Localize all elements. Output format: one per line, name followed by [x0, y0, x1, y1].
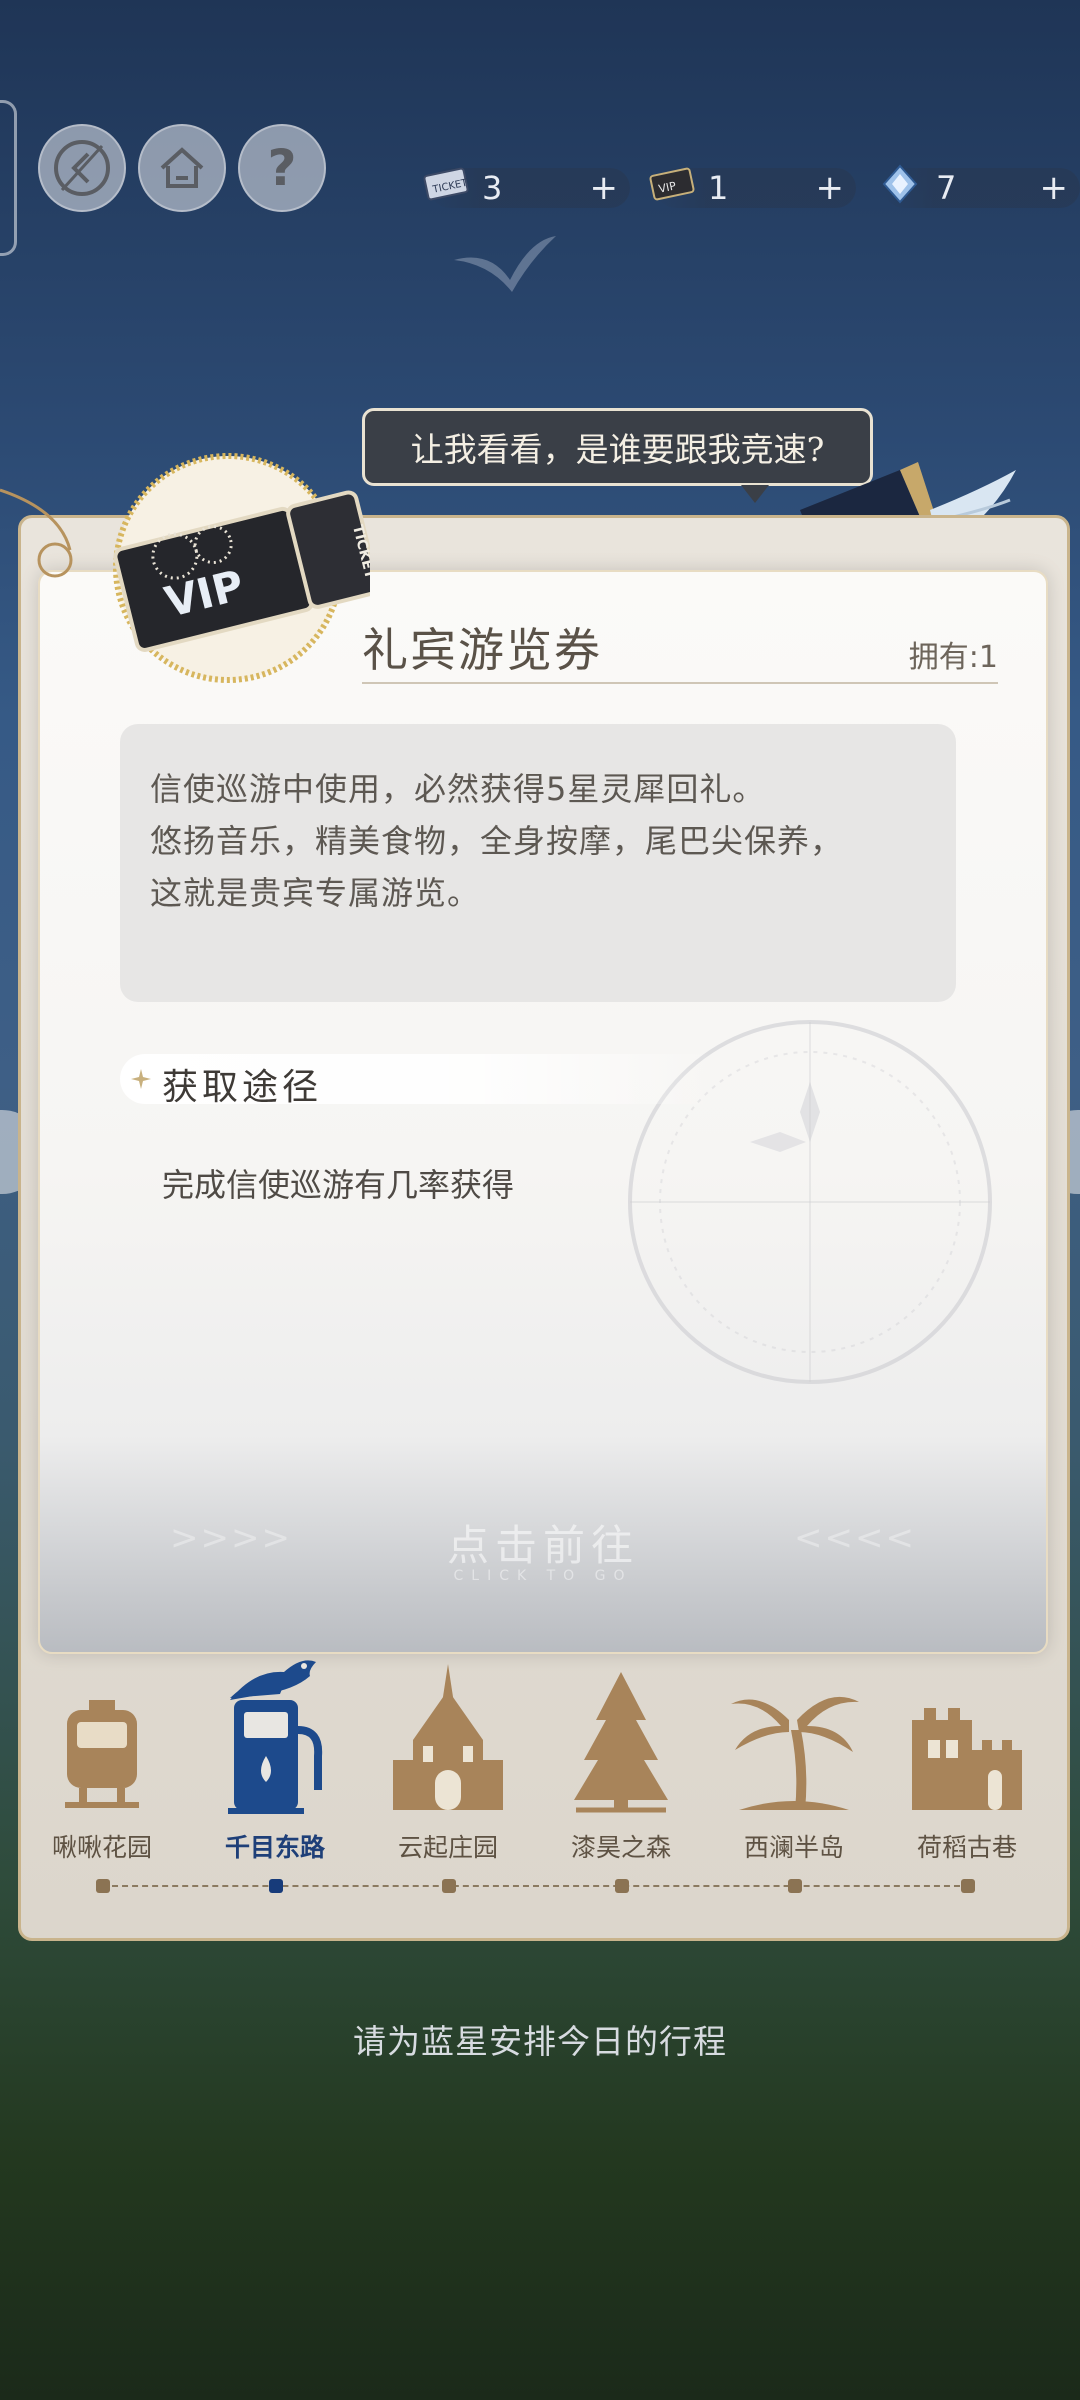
- castle-icon: [912, 1708, 1022, 1810]
- help-icon: ?: [267, 139, 297, 197]
- source-text: 完成信使巡游有几率获得: [162, 1166, 515, 1204]
- back-arrow-icon: [54, 140, 110, 196]
- destination-item[interactable]: 荷稻古巷: [892, 1660, 1042, 1862]
- resource-vip-ticket[interactable]: VIP 1 +: [649, 167, 856, 208]
- description-line-1: 信使巡游中使用，必然获得5星灵犀回礼。: [150, 770, 766, 808]
- title-divider: [362, 682, 998, 684]
- destination-item[interactable]: 云起庄园: [373, 1660, 523, 1862]
- vip-ticket-icon: VIP: [649, 167, 695, 201]
- destination-item[interactable]: 西澜半岛: [719, 1660, 869, 1862]
- vip-ticket-count: 1: [708, 169, 729, 207]
- add-ticket-button[interactable]: +: [590, 168, 619, 208]
- item-detail-card: 礼宾游览券 拥有:1 信使巡游中使用，必然获得5星灵犀回礼。 悠扬音乐，精美食物…: [38, 570, 1048, 1654]
- destination-item[interactable]: 漆昊之森: [546, 1660, 696, 1862]
- go-arrows-right: <<<<: [794, 1518, 916, 1558]
- bird-mascot-icon: [230, 1660, 316, 1700]
- palm-tree-icon: [731, 1696, 859, 1810]
- ticket-count: 3: [482, 169, 503, 207]
- manor-icon: [393, 1664, 503, 1810]
- destination-label: 啾啾花园: [51, 1833, 152, 1862]
- owned-count: 拥有:1: [908, 640, 998, 675]
- add-vip-ticket-button[interactable]: +: [816, 168, 845, 208]
- route-node: [96, 1879, 110, 1893]
- home-button[interactable]: [138, 124, 226, 212]
- destination-label: 西澜半岛: [743, 1833, 844, 1862]
- tram-icon: [65, 1700, 139, 1808]
- resource-ticket[interactable]: TICKET 3 +: [423, 167, 630, 208]
- speech-text: 让我看看，是谁要跟我竞速?: [410, 430, 825, 469]
- thread-decoration: [0, 488, 73, 578]
- vip-ticket-illustration: VIP TICKET: [113, 453, 380, 683]
- item-ticket-art: VIP TICKET: [100, 450, 380, 690]
- back-button[interactable]: [38, 124, 126, 212]
- route-track: [102, 1885, 970, 1887]
- destination-label: 云起庄园: [397, 1833, 498, 1862]
- destination-label: 荷稻古巷: [916, 1833, 1017, 1862]
- source-title: 获取途径: [162, 1067, 323, 1108]
- source-section-header: 获取途径: [120, 1054, 720, 1108]
- footer-hint: 请为蓝星安排今日的行程: [353, 2022, 727, 2061]
- route-node: [788, 1879, 802, 1893]
- left-edge-bracket: [0, 100, 17, 256]
- go-sublabel: CLICK TO GO: [453, 1568, 633, 1584]
- crystal-icon: [882, 164, 918, 204]
- resource-crystal[interactable]: 7 +: [882, 164, 1080, 208]
- crystal-count: 7: [936, 169, 957, 207]
- destination-item[interactable]: 啾啾花园: [27, 1660, 177, 1862]
- description-box: 信使巡游中使用，必然获得5星灵犀回礼。 悠扬音乐，精美食物，全身按摩，尾巴尖保养…: [120, 724, 956, 1002]
- description-line-2: 悠扬音乐，精美食物，全身按摩，尾巴尖保养，: [150, 822, 844, 860]
- sparkle-icon: [131, 1069, 151, 1089]
- ticket-icon: TICKET: [423, 167, 469, 201]
- route-node: [961, 1879, 975, 1893]
- description-line-3: 这就是贵宾专属游览。: [150, 874, 481, 912]
- home-icon: [160, 147, 204, 188]
- bird-silhouette-icon: [454, 236, 556, 292]
- destination-label: 千目东路: [224, 1833, 325, 1862]
- route-node-active: [269, 1879, 283, 1893]
- forest-icon: [574, 1672, 668, 1813]
- add-crystal-button[interactable]: +: [1040, 168, 1069, 208]
- item-name: 礼宾游览券: [362, 623, 602, 677]
- route-node: [615, 1879, 629, 1893]
- help-button[interactable]: ?: [238, 124, 326, 212]
- route-node: [442, 1879, 456, 1893]
- destination-label: 漆昊之森: [570, 1833, 671, 1862]
